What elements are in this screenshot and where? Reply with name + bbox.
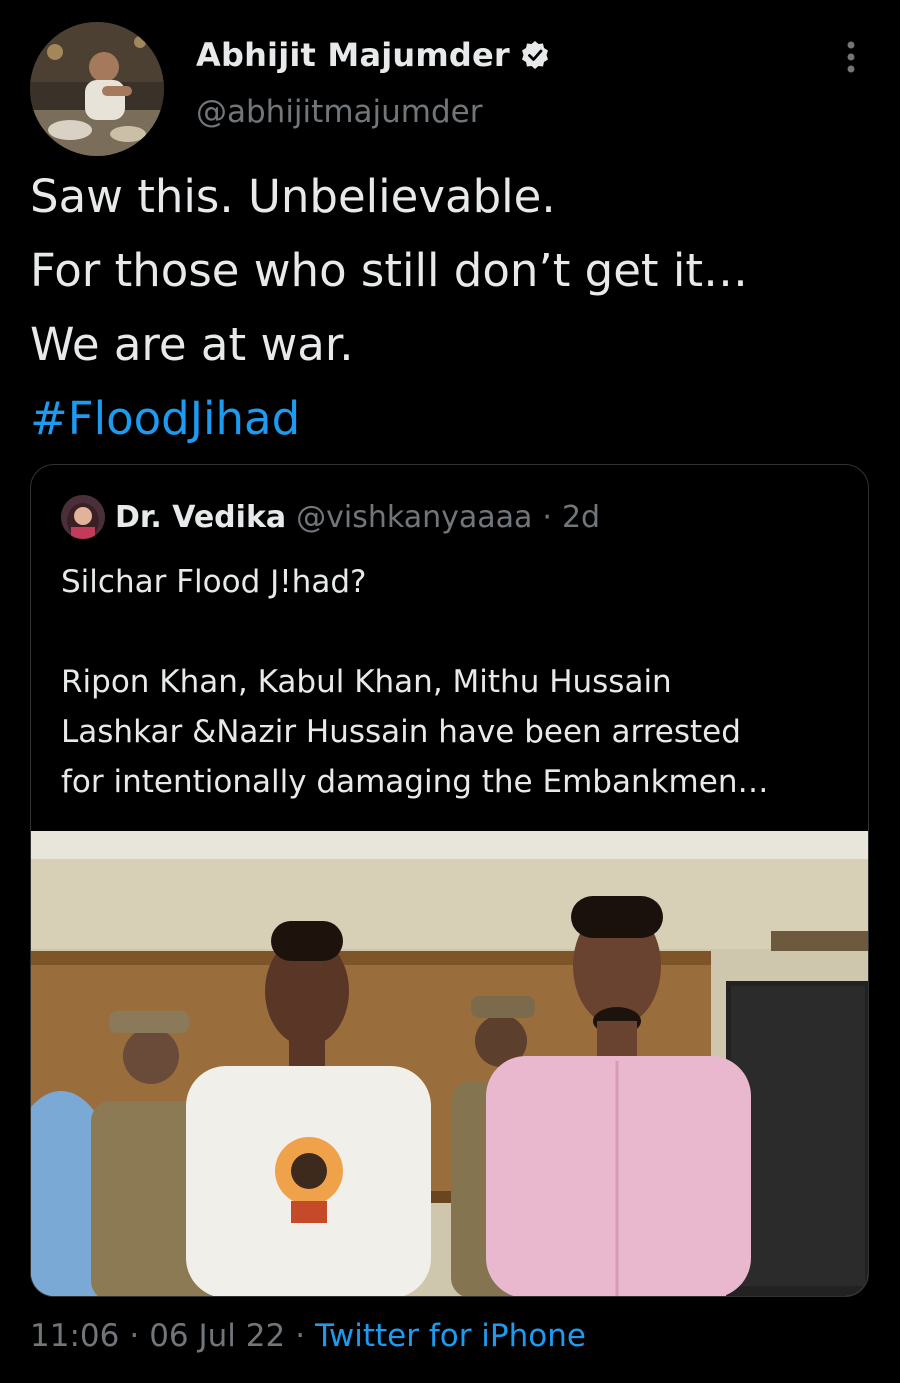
author-name[interactable]: Abhijit Majumder	[196, 36, 510, 74]
quoted-line	[61, 607, 851, 657]
quoted-line: Ripon Khan, Kabul Khan, Mithu Hussain	[61, 664, 672, 700]
more-options-icon[interactable]	[838, 40, 864, 74]
quoted-author-avatar	[61, 495, 105, 539]
tweet-time[interactable]: 11:06	[30, 1318, 119, 1354]
quoted-tweet-age: 2d	[561, 499, 601, 535]
quoted-author-photo	[61, 495, 105, 539]
author-avatar[interactable]	[30, 22, 164, 156]
quoted-line: Silchar Flood J!had?	[61, 564, 367, 600]
author-handle[interactable]: @abhijitmajumder	[196, 94, 482, 130]
quoted-tweet-card[interactable]: Dr. Vedika @vishkanyaaaa · 2d Silchar Fl…	[30, 464, 869, 1297]
author-photo	[30, 22, 164, 156]
quoted-line: for intentionally damaging the Embankmen…	[61, 764, 769, 800]
tweet-line: We are at war.	[30, 318, 354, 371]
author-name-row: Abhijit Majumder	[196, 36, 550, 74]
tweet-date[interactable]: 06 Jul 22	[149, 1318, 285, 1354]
quoted-tweet-text: Silchar Flood J!had? Ripon Khan, Kabul K…	[61, 557, 851, 807]
tweet-line: For those who still don’t get it…	[30, 244, 749, 297]
quoted-line: Lashkar &Nazir Hussain have been arreste…	[61, 714, 741, 750]
quoted-author-name: Dr. Vedika	[115, 499, 287, 535]
tweet-meta: 11:06 · 06 Jul 22 · Twitter for iPhone	[30, 1318, 586, 1354]
quoted-author-handle: @vishkanyaaaa	[296, 499, 533, 535]
tweet-text: Saw this. Unbelievable. For those who st…	[30, 160, 870, 456]
quoted-media-image[interactable]	[31, 831, 868, 1296]
meta-separator: ·	[295, 1318, 306, 1354]
meta-separator: ·	[542, 499, 552, 535]
tweet-source-link[interactable]: Twitter for iPhone	[315, 1318, 586, 1354]
hashtag-link[interactable]: #FloodJihad	[30, 382, 870, 456]
tweet-line: Saw this. Unbelievable.	[30, 170, 556, 223]
media-photo	[31, 831, 868, 1296]
verified-badge-icon	[521, 41, 548, 69]
quoted-tweet-header: Dr. Vedika @vishkanyaaaa · 2d	[61, 495, 600, 539]
meta-separator: ·	[129, 1318, 140, 1354]
